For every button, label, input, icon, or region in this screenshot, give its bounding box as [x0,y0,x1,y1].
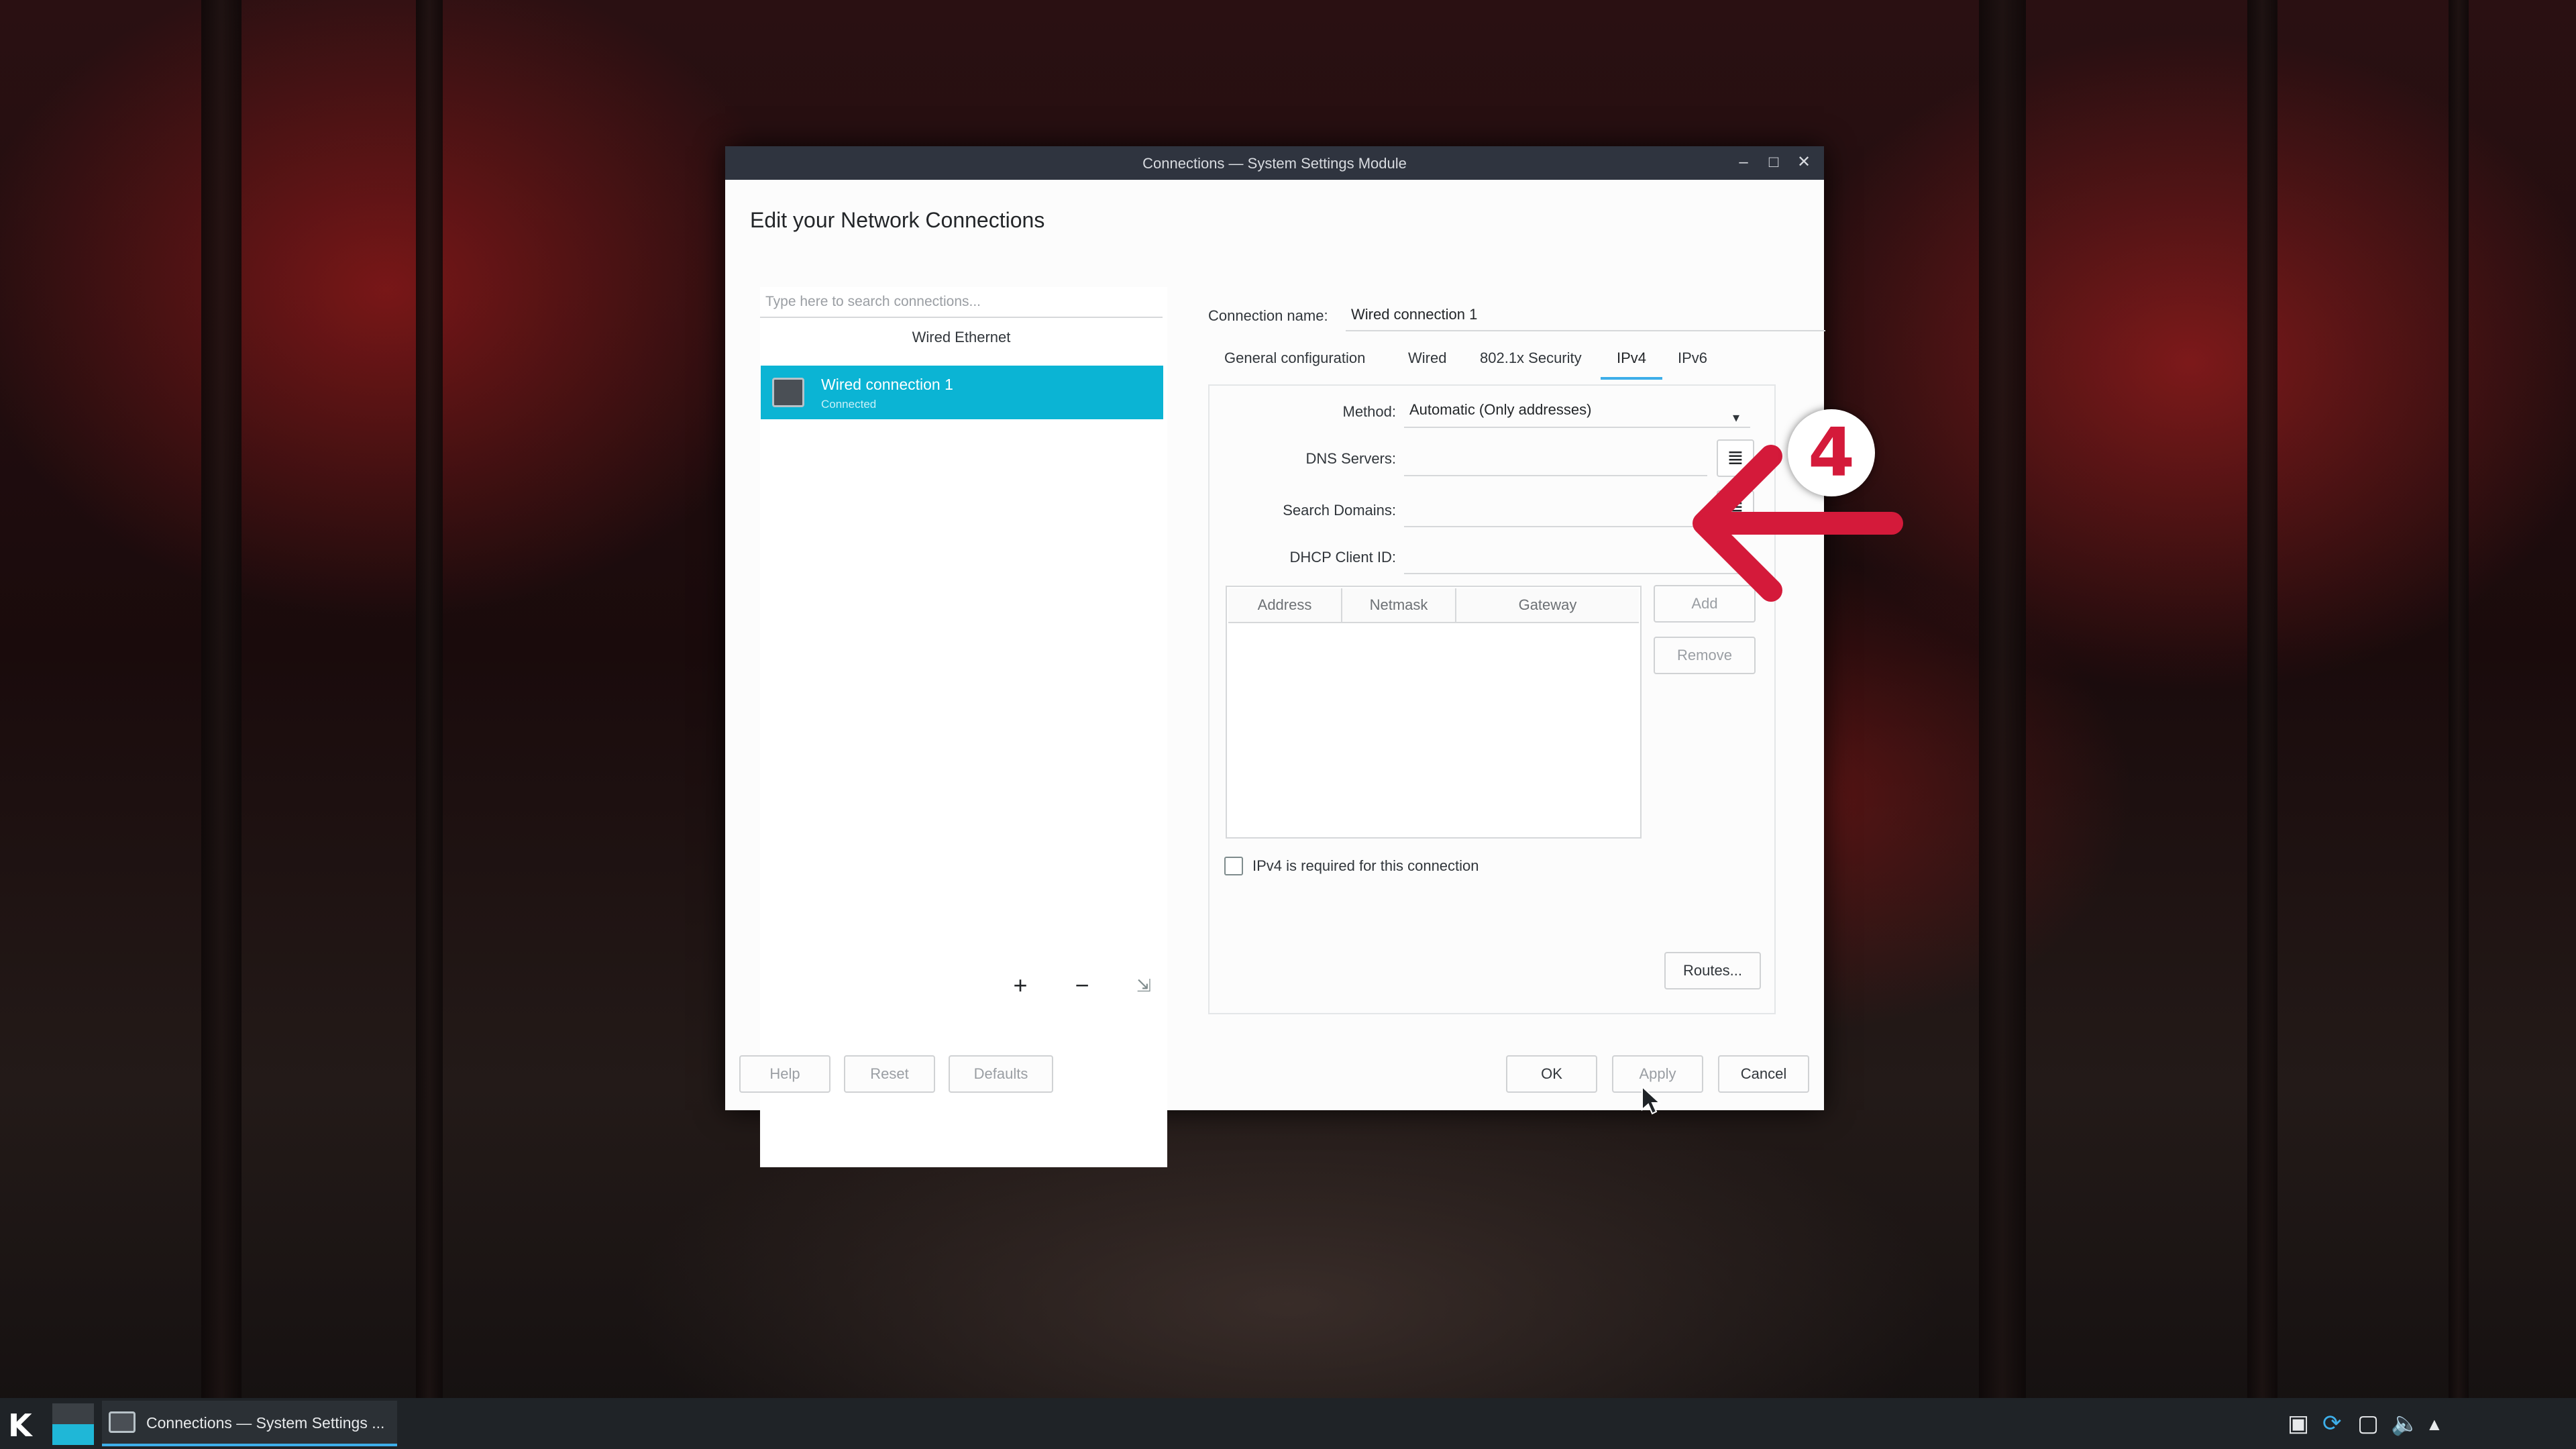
screen-icon[interactable]: ▢ [2357,1410,2379,1437]
search-input[interactable]: Type here to search connections... [760,287,1163,318]
connection-name-label: Connection name: [1208,307,1328,324]
taskbar: K Connections — System Settings ... ▣ ⟳ … [0,1398,2576,1449]
tree-trunk [2449,0,2469,1398]
tree-trunk [201,0,241,1398]
tab-general-configuration[interactable]: General configuration [1224,350,1365,367]
search-placeholder: Type here to search connections... [765,294,981,309]
tray-expand-icon[interactable]: ▲ [2426,1414,2443,1435]
kde-launcher-icon[interactable]: K [8,1407,32,1444]
step-number-badge: 4 [1788,409,1875,496]
updates-icon[interactable]: ⟳ [2322,1410,2342,1437]
routes-button[interactable]: Routes... [1664,952,1761,989]
maximize-icon[interactable]: □ [1764,152,1784,172]
remove-connection-icon[interactable]: − [1069,971,1095,1000]
window-titlebar[interactable]: Connections — System Settings Module – □… [725,146,1824,180]
tree-trunk [416,0,443,1398]
table-header-address[interactable]: Address [1228,588,1342,623]
window-title: Connections — System Settings Module [1142,155,1407,172]
active-desktop-indicator [52,1424,94,1445]
method-value: Automatic (Only addresses) [1409,401,1592,418]
ipv4-required-label: IPv4 is required for this connection [1252,857,1479,874]
table-header-netmask[interactable]: Netmask [1342,588,1456,623]
dns-servers-label: DNS Servers: [1305,450,1396,467]
annotation-arrow-icon [1693,445,1903,602]
connection-group-header: Wired Ethernet [912,329,1011,345]
ok-button[interactable]: OK [1506,1055,1597,1093]
tree-trunk [2247,0,2277,1398]
export-connection-icon[interactable]: ⇲ [1130,975,1157,996]
taskbar-task-connections[interactable]: Connections — System Settings ... [102,1401,397,1446]
page-title: Edit your Network Connections [750,208,1045,232]
connection-name-field[interactable]: Wired connection 1 [1346,301,1825,331]
camera-icon[interactable]: ▣ [2288,1410,2309,1437]
add-connection-icon[interactable]: + [1007,971,1034,1000]
reset-button[interactable]: Reset [844,1055,935,1093]
task-label: Connections — System Settings ... [146,1414,385,1432]
minimize-icon[interactable]: – [1733,152,1754,172]
cancel-button[interactable]: Cancel [1718,1055,1809,1093]
close-icon[interactable]: ✕ [1794,152,1814,172]
tab-wired[interactable]: Wired [1408,350,1446,367]
method-label: Method: [1342,403,1397,420]
connection-name: Wired connection 1 [821,376,953,393]
system-settings-icon [109,1411,136,1433]
search-domains-label: Search Domains: [1283,502,1396,519]
tab-8021x-security[interactable]: 802.1x Security [1480,350,1582,367]
virtual-desktop-pager[interactable] [52,1403,94,1445]
addresses-table[interactable]: Address Netmask Gateway [1226,586,1642,839]
connection-name-value: Wired connection 1 [1351,306,1478,323]
defaults-button[interactable]: Defaults [949,1055,1053,1093]
connection-list-item[interactable]: Wired connection 1 Connected [761,366,1163,419]
network-wired-icon [772,378,804,407]
ipv4-required-checkbox[interactable] [1224,857,1243,875]
connection-status: Connected [821,398,877,411]
help-button[interactable]: Help [739,1055,830,1093]
tree-trunk [1979,0,2026,1398]
mouse-cursor-icon [1642,1085,1661,1115]
volume-icon[interactable]: 🔈 [2391,1410,2419,1437]
dhcp-client-id-label: DHCP Client ID: [1289,549,1396,566]
